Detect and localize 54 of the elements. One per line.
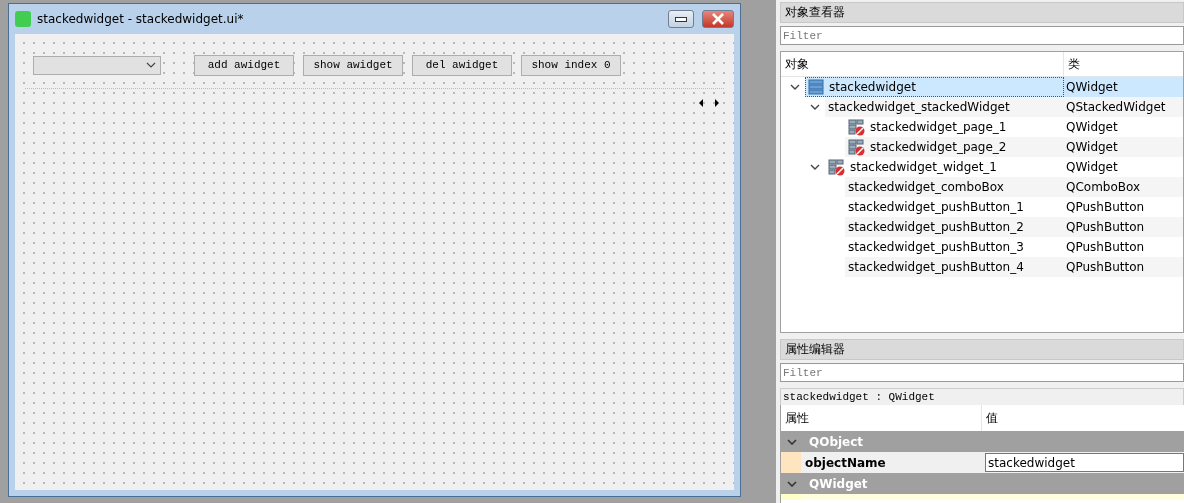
class-cell: QPushButton xyxy=(1064,217,1183,237)
filter-field[interactable]: Filter xyxy=(780,363,1184,382)
class-cell: QWidget xyxy=(1064,77,1183,97)
layout-icon xyxy=(808,79,824,95)
previous-page-icon[interactable] xyxy=(698,99,704,107)
tree-item[interactable]: stackedwidget_comboBox xyxy=(845,177,1064,197)
collapse-chevron-icon[interactable] xyxy=(810,104,820,110)
class-cell: QComboBox xyxy=(1064,177,1183,197)
class-cell: QStackedWidget xyxy=(1064,97,1183,117)
panel-title: 对象查看器 xyxy=(780,2,1184,23)
class-cell: QWidget xyxy=(1064,137,1183,157)
window-title: stackedwidget - stackedwidget.ui* xyxy=(37,12,244,26)
column-header[interactable]: 类 xyxy=(1064,52,1080,76)
property-marker xyxy=(781,452,801,473)
tree-item[interactable]: stackedwidget_pushButton_3 xyxy=(845,237,1064,257)
qt-logo-icon xyxy=(15,11,31,27)
group-name: QObject xyxy=(809,434,864,449)
dropdown-chevron-icon xyxy=(146,62,156,68)
tree-item[interactable]: stackedwidget_page_2 xyxy=(845,137,1064,157)
push-button[interactable]: show awidget xyxy=(303,54,403,76)
property-marker xyxy=(781,494,801,500)
tree-item[interactable]: stackedwidget_pushButton_4 xyxy=(845,257,1064,277)
collapse-chevron-icon[interactable] xyxy=(787,438,797,445)
column-header[interactable]: 对象 xyxy=(781,52,1064,76)
tree-item[interactable]: stackedwidget_page_1 xyxy=(845,117,1064,137)
class-cell-text: QPushButton xyxy=(1065,239,1146,256)
tree-item[interactable]: stackedwidget_widget_1 xyxy=(825,157,1064,177)
collapse-chevron-icon[interactable] xyxy=(810,164,820,170)
class-cell-text: QWidget xyxy=(1065,159,1119,176)
broken-layout-icon xyxy=(848,118,865,136)
collapse-chevron-icon[interactable] xyxy=(790,84,800,90)
panel-title: 属性编辑器 xyxy=(780,339,1184,360)
tree-item[interactable]: stackedwidget_pushButton_2 xyxy=(845,217,1064,237)
tree-item[interactable]: stackedwidget xyxy=(805,77,1064,97)
broken-layout-icon xyxy=(828,158,845,176)
class-cell-text: QWidget xyxy=(1065,119,1119,136)
collapse-chevron-icon[interactable] xyxy=(787,480,797,487)
filter-field[interactable]: Filter xyxy=(780,26,1184,45)
class-cell-text: QPushButton xyxy=(1065,199,1146,216)
close-button[interactable] xyxy=(702,10,734,28)
property-value-field[interactable]: stackedwidget xyxy=(985,453,1184,472)
column-header[interactable]: 值 xyxy=(982,405,998,431)
broken-layout-icon xyxy=(848,138,865,156)
tree-item[interactable]: stackedwidget_stackedWidget xyxy=(825,97,1064,117)
push-button[interactable]: add awidget xyxy=(194,54,294,76)
tree-item[interactable]: stackedwidget_pushButton_1 xyxy=(845,197,1064,217)
minimize-button[interactable] xyxy=(668,10,694,28)
push-button[interactable]: show index 0 xyxy=(521,54,621,76)
next-page-icon[interactable] xyxy=(714,99,720,107)
group-name: QWidget xyxy=(809,476,868,491)
class-cell: QPushButton xyxy=(1064,257,1183,277)
close-icon xyxy=(711,13,725,25)
property-name: objectName xyxy=(804,455,887,470)
push-button[interactable]: del awidget xyxy=(412,54,512,76)
